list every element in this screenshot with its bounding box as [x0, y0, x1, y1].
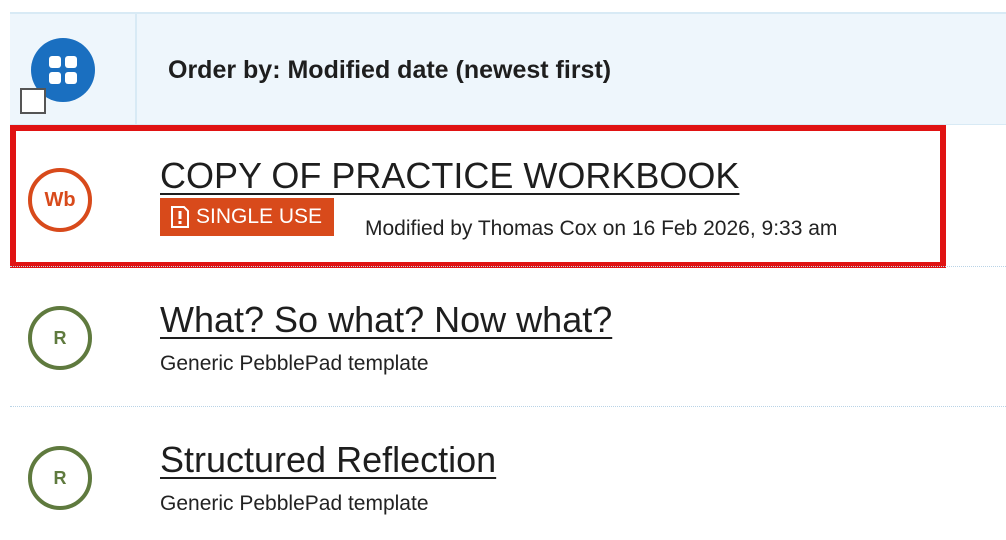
item-title-link[interactable]: COPY OF PRACTICE WORKBOOK: [160, 155, 739, 197]
item-subtitle: Generic PebblePad template: [160, 352, 429, 375]
item-title-link[interactable]: Structured Reflection: [160, 439, 496, 481]
select-all-checkbox[interactable]: [20, 88, 46, 114]
single-use-icon: [171, 206, 189, 228]
order-by-dropdown[interactable]: Order by: Modified date (newest first): [168, 56, 611, 85]
resource-type-icon: R: [28, 306, 92, 370]
list-item: Wb COPY OF PRACTICE WORKBOOK SINGLE USE …: [10, 125, 1006, 268]
list-item: R What? So what? Now what? Generic Pebbl…: [10, 267, 1006, 407]
item-modified-info: Modified by Thomas Cox on 16 Feb 2026, 9…: [365, 217, 838, 240]
list-header: Order by: Modified date (newest first): [10, 12, 1006, 125]
item-title-link[interactable]: What? So what? Now what?: [160, 299, 612, 341]
single-use-badge: SINGLE USE: [160, 198, 335, 236]
list-item: R Structured Reflection Generic PebblePa…: [10, 407, 1006, 540]
resource-list-page: Order by: Modified date (newest first) W…: [0, 0, 1006, 540]
workbook-type-icon: Wb: [28, 168, 92, 232]
header-divider: [135, 14, 137, 124]
badge-label: SINGLE USE: [196, 205, 323, 228]
resource-type-icon: R: [28, 446, 92, 510]
item-subtitle: Generic PebblePad template: [160, 492, 429, 515]
